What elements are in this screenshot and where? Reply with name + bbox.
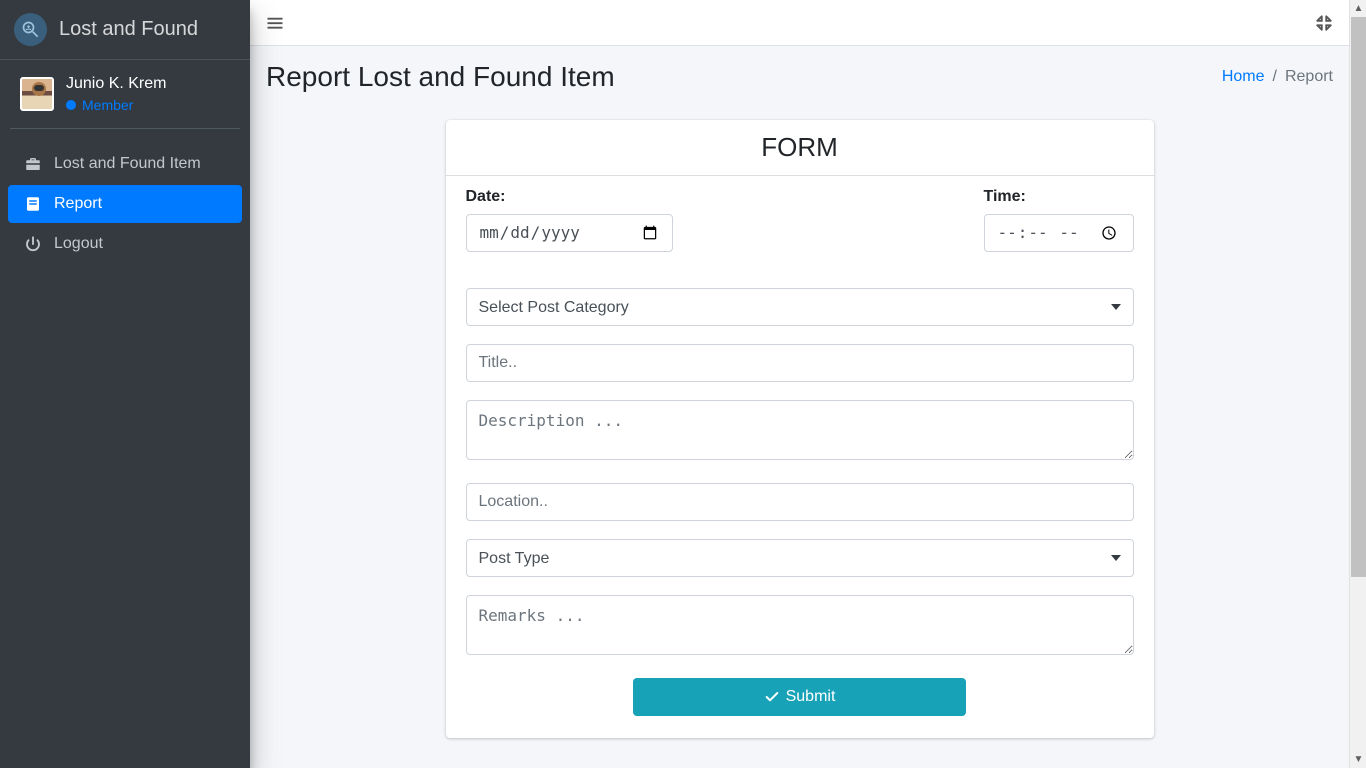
brand-logo [14,13,47,46]
compress-icon [1315,14,1333,32]
date-label: Date: [466,188,964,206]
location-input[interactable] [466,483,1134,521]
brand-link[interactable]: Lost and Found [0,0,250,60]
sidebar: Lost and Found Junio K. Krem Member Lost… [0,0,250,768]
sidebar-item-label: Logout [54,235,103,253]
sidebar-item-lost-found[interactable]: Lost and Found Item [8,145,242,183]
card-body: Date: Time: Select Post Category [446,176,1154,738]
power-icon [22,235,44,253]
page-title: Report Lost and Found Item [266,61,615,93]
card-header: FORM [446,120,1154,176]
category-group: Select Post Category [466,288,1134,326]
sidebar-nav: Lost and Found Item Report Logout [0,137,250,273]
description-textarea[interactable] [466,400,1134,460]
brand-title: Lost and Found [59,18,198,41]
sidebar-item-logout[interactable]: Logout [8,225,242,263]
submit-button[interactable]: Submit [633,678,966,716]
content: FORM Date: Time: Select Post C [250,108,1349,768]
user-role: Member [66,97,166,113]
post-type-select[interactable]: Post Type [466,539,1134,577]
card-title: FORM [466,132,1134,163]
remarks-textarea[interactable] [466,595,1134,655]
user-role-label: Member [82,97,133,113]
scroll-down-arrow-icon[interactable]: ▼ [1350,751,1366,768]
title-group [466,344,1134,382]
submit-label: Submit [786,688,836,706]
time-label: Time: [984,188,1134,206]
breadcrumb: Home Report [1222,68,1333,86]
sidebar-item-label: Report [54,195,102,213]
main: Report Lost and Found Item Home Report F… [250,0,1349,768]
category-select[interactable]: Select Post Category [466,288,1134,326]
breadcrumb-home[interactable]: Home [1222,68,1265,86]
status-dot-icon [66,100,76,110]
sidebar-item-report[interactable]: Report [8,185,242,223]
time-group: Time: [984,188,1134,252]
magnify-people-icon [21,20,41,40]
user-panel: Junio K. Krem Member [10,60,240,129]
check-icon [764,689,780,705]
remarks-group [466,595,1134,660]
fullscreen-toggle-button[interactable] [1315,14,1333,32]
submit-row: Submit [466,678,1134,716]
topbar [250,0,1349,46]
time-input[interactable] [984,214,1134,252]
post-type-group: Post Type [466,539,1134,577]
date-group: Date: [466,188,964,252]
user-info: Junio K. Krem Member [66,75,166,113]
scroll-thumb[interactable] [1351,17,1366,577]
breadcrumb-current: Report [1265,68,1333,86]
file-icon [22,195,44,213]
browser-scrollbar[interactable]: ▲ ▼ [1349,0,1366,768]
form-card: FORM Date: Time: Select Post C [446,120,1154,738]
date-input[interactable] [466,214,673,252]
content-header: Report Lost and Found Item Home Report [250,46,1349,108]
title-input[interactable] [466,344,1134,382]
avatar [20,77,54,111]
user-name: Junio K. Krem [66,75,166,93]
sidebar-item-label: Lost and Found Item [54,155,201,173]
location-group [466,483,1134,521]
bars-icon [266,14,284,32]
briefcase-icon [22,155,44,173]
description-group [466,400,1134,465]
scroll-up-arrow-icon[interactable]: ▲ [1350,0,1366,17]
menu-toggle-button[interactable] [266,14,284,32]
